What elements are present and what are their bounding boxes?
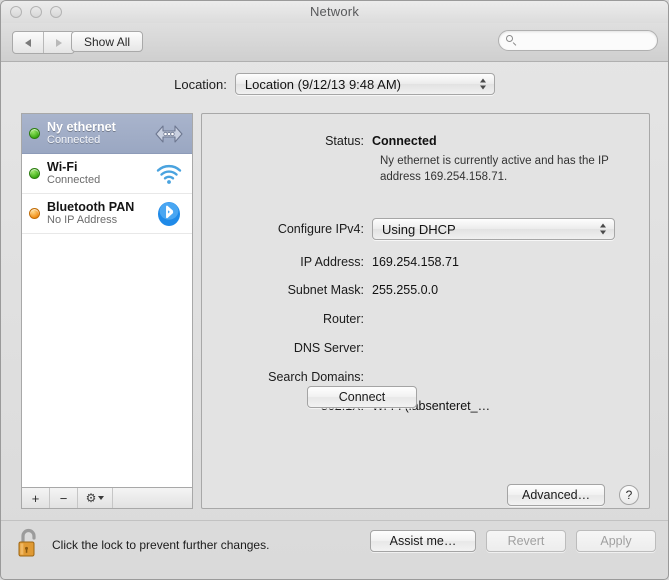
status-description: Ny ethernet is currently active and has … — [380, 155, 609, 183]
ethernet-icon — [152, 119, 186, 149]
dns-server-label: DNS Server: — [293, 341, 364, 355]
add-service-button[interactable]: + — [22, 488, 50, 508]
location-label: Location: — [174, 76, 227, 92]
forward-button[interactable] — [43, 32, 74, 53]
lock-area[interactable]: Click the lock to prevent further change… — [15, 526, 269, 563]
chevron-updown-icon — [479, 78, 486, 90]
service-name: Wi-Fi — [47, 160, 78, 175]
configure-ipv4-value: Using DHCP — [382, 221, 456, 237]
service-name: Bluetooth PAN — [47, 200, 135, 215]
status-value: Connected — [372, 134, 437, 148]
status-indicator-dot — [29, 208, 40, 219]
chevron-right-icon — [56, 38, 62, 47]
bottom-action-buttons: Assist me… Revert Apply — [370, 530, 656, 552]
toolbar-filler — [113, 488, 192, 508]
location-popup-button[interactable]: Location (9/12/13 9:48 AM) — [234, 73, 495, 95]
help-button[interactable]: ? — [619, 485, 639, 505]
window-title: Network — [309, 4, 360, 19]
revert-button: Revert — [486, 530, 566, 552]
location-selected-value: Location (9/12/13 9:48 AM) — [244, 76, 401, 92]
ip-address-value: 169.254.158.71 — [372, 255, 459, 269]
navigation-segmented-control — [12, 31, 75, 54]
search-domains-label: Search Domains: — [268, 370, 364, 384]
preferences-toolbar: Show All — [1, 23, 668, 62]
network-services-toolbar: + − ⚙ — [21, 488, 193, 509]
advanced-button[interactable]: Advanced… — [507, 484, 606, 506]
status-indicator-dot — [29, 168, 40, 179]
assist-me-button[interactable]: Assist me… — [370, 530, 476, 552]
status-indicator-dot — [29, 128, 40, 139]
service-status: No IP Address — [47, 214, 118, 227]
chevron-updown-icon — [600, 223, 606, 235]
service-row-wi-fi[interactable]: Wi-Fi Connected — [22, 154, 192, 194]
router-label: Router: — [323, 312, 364, 326]
ip-address-label: IP Address: — [300, 255, 364, 269]
subnet-mask-label: Subnet Mask: — [287, 283, 364, 297]
network-preferences-window: Network Show All Location: Location (9/1… — [0, 0, 669, 580]
subnet-mask-field: Subnet Mask: 255.255.0.0 — [202, 283, 649, 297]
back-button[interactable] — [13, 32, 43, 53]
service-details-panel: Status: Connected Ny ethernet is current… — [201, 113, 650, 509]
search-domains-field: Search Domains: — [202, 370, 649, 384]
chevron-down-icon — [98, 496, 105, 500]
service-status: Connected — [47, 134, 101, 147]
gear-icon: ⚙ — [85, 491, 97, 505]
window-bottom-bar: Click the lock to prevent further change… — [1, 520, 668, 579]
search-input[interactable] — [522, 32, 646, 49]
network-services-list[interactable]: Ny ethernet Connected Wi-Fi Connected Bl… — [21, 113, 193, 488]
service-name: Ny ethernet — [47, 120, 116, 135]
chevron-left-icon — [25, 38, 31, 47]
service-row-bluetooth-pan[interactable]: Bluetooth PAN No IP Address — [22, 194, 192, 234]
dns-server-field: DNS Server: — [202, 341, 649, 355]
configure-ipv4-popup-button[interactable]: Using DHCP — [372, 218, 615, 240]
dot1x-field: 802.1X: Wi-Fi (labsenteret_… — [202, 399, 649, 413]
service-row-ny-ethernet[interactable]: Ny ethernet Connected — [22, 114, 192, 154]
router-field: Router: — [202, 312, 649, 326]
connect-button[interactable]: Connect — [307, 386, 417, 408]
status-label: Status: — [325, 134, 364, 148]
wifi-icon — [152, 159, 186, 189]
status-field: Status: Connected — [202, 134, 649, 148]
show-all-button[interactable]: Show All — [71, 31, 144, 52]
configure-ipv4-field: Configure IPv4: Using DHCP — [202, 218, 649, 240]
service-status: Connected — [47, 174, 101, 187]
configure-ipv4-label: Configure IPv4: — [277, 222, 364, 236]
bluetooth-icon — [152, 199, 186, 229]
window-titlebar: Network — [1, 1, 668, 23]
search-field[interactable] — [498, 30, 658, 51]
apply-button: Apply — [576, 530, 656, 552]
subnet-mask-value: 255.255.0.0 — [372, 283, 439, 297]
search-icon — [506, 34, 518, 47]
remove-service-button[interactable]: − — [50, 488, 78, 508]
unlocked-padlock-icon[interactable] — [15, 526, 43, 563]
lock-message: Click the lock to prevent further change… — [52, 537, 270, 552]
service-actions-button[interactable]: ⚙ — [78, 488, 113, 508]
ip-address-field: IP Address: 169.254.158.71 — [202, 255, 649, 269]
location-row: Location: Location (9/12/13 9:48 AM) — [1, 73, 668, 95]
